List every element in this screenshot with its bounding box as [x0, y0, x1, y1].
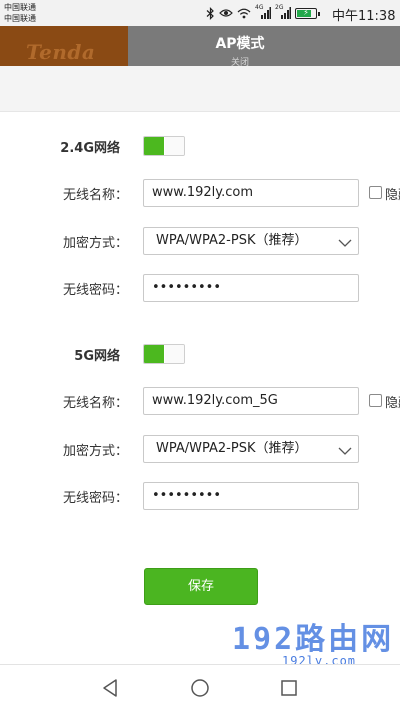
password-input-2g[interactable]: •••••••••	[143, 274, 359, 302]
security-select-5g[interactable]: WPA/WPA2-PSK（推荐）	[143, 435, 359, 463]
ssid-label-2g: 无线名称：	[62, 188, 128, 203]
app-header: Tenda AP模式 关闭	[0, 26, 400, 66]
hide-ssid-label-5g: 隐藏	[385, 396, 400, 411]
page-title: AP模式	[215, 36, 265, 52]
logo-text: Tenda	[26, 40, 96, 64]
page-subtitle: 关闭	[230, 58, 249, 66]
security-label-5g: 加密方式：	[62, 444, 128, 459]
home-icon[interactable]	[189, 677, 211, 699]
wifi-5g-toggle[interactable]	[143, 344, 185, 364]
security-select-2g[interactable]: WPA/WPA2-PSK（推荐）	[143, 227, 359, 255]
band-label-2g: 2.4G网络	[60, 141, 120, 156]
bluetooth-icon	[206, 6, 215, 20]
carrier-label-2: 中国联通	[4, 14, 36, 23]
android-nav-bar	[0, 664, 400, 711]
chevron-down-icon	[338, 442, 352, 468]
status-time: 中午11:38	[332, 9, 396, 24]
security-value-5g: WPA/WPA2-PSK（推荐）	[156, 441, 308, 456]
watermark: 192路由网 192ly.com	[232, 614, 400, 670]
network-type-2: 2G	[275, 4, 284, 11]
eye-icon	[219, 8, 233, 18]
ssid-input-2g[interactable]: www.192ly.com	[143, 179, 359, 207]
watermark-main: 192路由网	[232, 622, 395, 657]
tenda-logo: Tenda	[0, 26, 128, 66]
password-input-5g[interactable]: •••••••••	[143, 482, 359, 510]
hide-ssid-checkbox-5g[interactable]	[369, 394, 382, 407]
back-icon[interactable]	[100, 677, 122, 699]
band-label-5g: 5G网络	[74, 349, 120, 364]
hide-ssid-checkbox-2g[interactable]	[369, 186, 382, 199]
carrier-label-1: 中国联通	[4, 3, 36, 12]
battery-icon: ⚡	[295, 7, 320, 19]
signal-icon: 4G	[255, 4, 271, 19]
ssid-label-5g: 无线名称：	[62, 396, 128, 411]
ssid-input-5g[interactable]: www.192ly.com_5G	[143, 387, 359, 415]
security-label-2g: 加密方式：	[62, 236, 128, 251]
hide-ssid-label-2g: 隐藏	[385, 188, 400, 203]
signal-icon: 2G	[275, 4, 291, 19]
chevron-down-icon	[338, 234, 352, 260]
security-value-2g: WPA/WPA2-PSK（推荐）	[156, 233, 308, 248]
password-label-5g: 无线密码：	[62, 491, 128, 506]
network-type-1: 4G	[255, 4, 264, 11]
recents-icon[interactable]	[278, 677, 300, 699]
status-icons: 4G 2G ⚡	[206, 4, 320, 20]
password-label-2g: 无线密码：	[62, 283, 128, 298]
wifi-icon	[237, 8, 251, 19]
wifi-2g-toggle[interactable]	[143, 136, 185, 156]
save-button[interactable]: 保存	[144, 568, 258, 605]
header-spacer	[0, 66, 400, 112]
status-bar: 中国联通 中国联通 4G 2G ⚡ 中午11:38	[0, 0, 400, 26]
